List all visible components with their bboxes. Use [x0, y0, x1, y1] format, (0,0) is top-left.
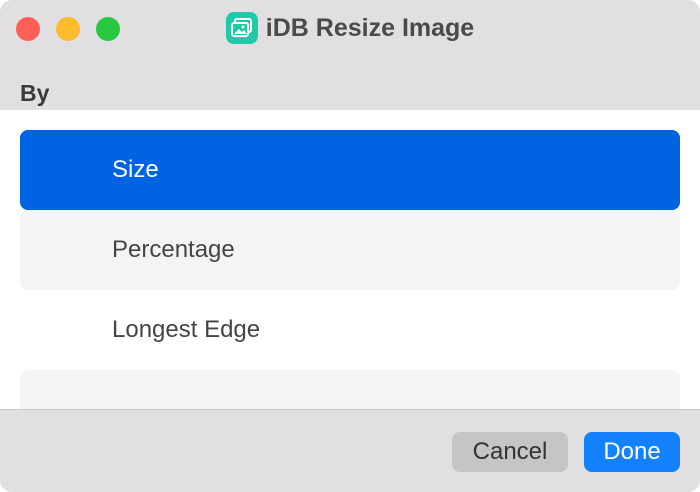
- section-label: By: [20, 80, 50, 106]
- title-bar: iDB Resize Image: [0, 0, 700, 56]
- window-title: iDB Resize Image: [265, 13, 475, 42]
- cancel-button[interactable]: Cancel: [452, 432, 568, 472]
- option-size[interactable]: Size: [20, 130, 680, 210]
- option-longest-edge[interactable]: Longest Edge: [20, 290, 680, 370]
- photos-icon: [225, 12, 258, 44]
- done-button[interactable]: Done: [584, 432, 680, 472]
- option-empty[interactable]: [20, 370, 680, 410]
- option-percentage[interactable]: Percentage: [20, 210, 680, 290]
- photos-icon-glyph: [230, 18, 252, 37]
- window-title-group: iDB Resize Image: [0, 10, 700, 46]
- resize-image-dialog: iDB Resize Image By Size Percentage Long…: [0, 0, 700, 492]
- options-list: Size Percentage Longest Edge: [0, 110, 700, 410]
- footer-divider: [0, 409, 700, 410]
